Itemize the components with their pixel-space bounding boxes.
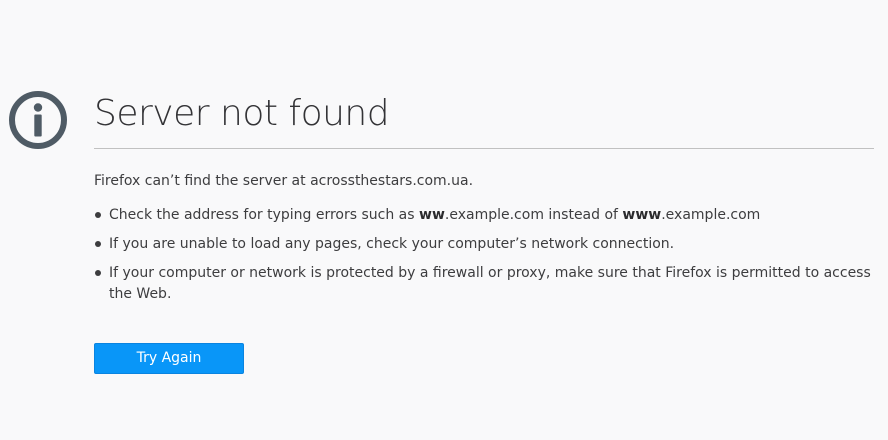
suggestion-bold-text: www (622, 207, 662, 223)
suggestion-text: .example.com instead of (444, 207, 623, 223)
bullet-icon (95, 212, 101, 218)
info-icon (8, 90, 68, 150)
error-content: Server not found Firefox can’t find the … (94, 90, 874, 374)
suggestion-bold-text: ww (419, 207, 445, 223)
bullet-icon (95, 270, 101, 276)
suggestion-text: If your computer or network is protected… (109, 265, 871, 302)
suggestion-text: .example.com (661, 207, 761, 223)
suggestion-item: If you are unable to load any pages, che… (94, 234, 874, 255)
try-again-button[interactable]: Try Again (94, 343, 244, 374)
suggestion-item: Check the address for typing errors such… (94, 205, 874, 226)
suggestion-item: If your computer or network is protected… (94, 263, 874, 305)
suggestion-text: Check the address for typing errors such… (109, 207, 420, 223)
suggestion-text: If you are unable to load any pages, che… (109, 236, 675, 252)
bullet-icon (95, 241, 101, 247)
page-title: Server not found (94, 90, 874, 149)
error-description: Firefox can’t find the server at acrosst… (94, 173, 474, 189)
error-page: Server not found Firefox can’t find the … (0, 0, 888, 440)
suggestion-list: Check the address for typing errors such… (94, 205, 874, 305)
